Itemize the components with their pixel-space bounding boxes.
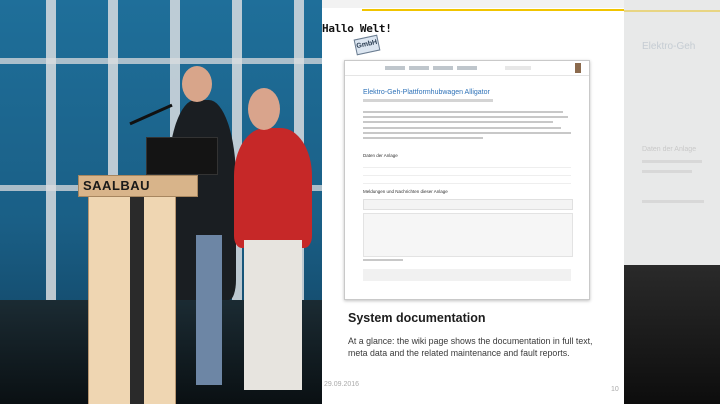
wiki-text-line: [363, 137, 483, 139]
wiki-button-bar: [363, 199, 573, 210]
lectern: SAALBAU: [78, 175, 198, 404]
next-slide-line: [642, 200, 704, 203]
wiki-text-line: [363, 116, 568, 118]
wiki-screenshot: Elektro-Geh-Plattformhubwagen Alligator …: [344, 60, 590, 300]
wiki-data-row: [363, 177, 571, 184]
window-mullion: [46, 0, 56, 300]
lectern-brand: SAALBAU: [83, 178, 151, 193]
presentation-slide: Hallo Welt! GmbH Elektro-Geh-Plattformhu…: [322, 0, 624, 404]
company-logo: Hallo Welt!: [322, 22, 392, 35]
wiki-data-row: [363, 161, 571, 168]
wiki-category-bar: [363, 269, 571, 281]
next-slide-accent: [624, 10, 720, 12]
slide-accent-line: [362, 9, 624, 11]
wiki-text-line: [363, 259, 403, 261]
wiki-page-title: Elektro-Geh-Plattformhubwagen Alligator: [363, 89, 490, 96]
next-slide-title: Elektro-Geh: [642, 41, 696, 52]
company-logo-badge: GmbH: [353, 34, 381, 56]
wiki-search-box: [505, 66, 531, 70]
next-slide-shadow: [624, 265, 720, 404]
wiki-comment-panel: [363, 213, 573, 257]
wiki-text-line: [363, 121, 553, 123]
presenter-woman-head: [248, 88, 280, 130]
wiki-nav-link: [409, 66, 429, 70]
wiki-text-line: [363, 111, 563, 113]
next-slide-subtitle: Daten der Anlage: [642, 146, 697, 153]
slide-date: 29.09.2016: [324, 381, 360, 388]
wiki-text-line: [363, 132, 571, 134]
presenter-man-legs: [196, 235, 222, 385]
presenter-man-head: [182, 66, 212, 102]
next-slide-glimpse: Elektro-Geh Daten der Anlage: [624, 0, 720, 404]
wiki-data-row: [363, 169, 571, 176]
slide-heading: System documentation: [348, 311, 486, 325]
presenter-woman: [234, 128, 312, 248]
slide-top-band: [322, 0, 624, 8]
laptop: [146, 137, 218, 175]
wiki-nav-link: [385, 66, 405, 70]
stage-photo: SAALBAU: [0, 0, 322, 404]
wiki-nav-bar: [345, 61, 589, 76]
lectern-top: SAALBAU: [78, 175, 198, 197]
next-slide-line: [642, 160, 702, 163]
next-slide-line: [642, 170, 692, 173]
presenter-woman-trousers: [244, 240, 302, 390]
wiki-nav-link: [433, 66, 453, 70]
lectern-strip: [130, 197, 144, 404]
wiki-section-heading: Daten der Anlage: [363, 153, 398, 158]
wiki-avatar: [575, 63, 581, 73]
wiki-nav-link: [457, 66, 477, 70]
wiki-text-line: [363, 127, 561, 129]
next-slide-panel: Elektro-Geh Daten der Anlage: [624, 0, 720, 265]
wiki-section-heading: Meldungen und Nachrichten dieser Anlage: [363, 189, 448, 194]
lectern-lamp: [129, 103, 173, 126]
slide-page-number: 10: [611, 386, 619, 393]
slide-body-text: At a glance: the wiki page shows the doc…: [348, 336, 593, 358]
wiki-page-meta: [363, 99, 493, 102]
